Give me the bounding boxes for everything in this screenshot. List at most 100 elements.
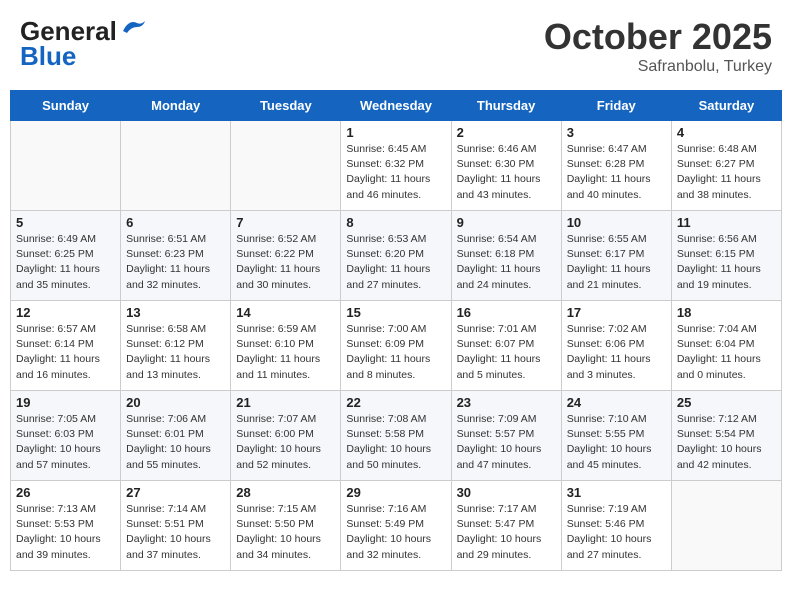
day-number: 21 bbox=[236, 395, 335, 410]
day-info: Sunrise: 6:51 AMSunset: 6:23 PMDaylight:… bbox=[126, 232, 225, 293]
day-info: Sunrise: 7:10 AMSunset: 5:55 PMDaylight:… bbox=[567, 412, 666, 473]
day-number: 3 bbox=[567, 125, 666, 140]
day-number: 9 bbox=[457, 215, 556, 230]
day-info: Sunrise: 7:00 AMSunset: 6:09 PMDaylight:… bbox=[346, 322, 445, 383]
calendar-cell bbox=[11, 121, 121, 211]
day-number: 28 bbox=[236, 485, 335, 500]
day-number: 16 bbox=[457, 305, 556, 320]
calendar-cell: 8 Sunrise: 6:53 AMSunset: 6:20 PMDaylight… bbox=[341, 211, 451, 301]
calendar-cell: 4 Sunrise: 6:48 AMSunset: 6:27 PMDaylight… bbox=[671, 121, 781, 211]
calendar-cell: 10Sunrise: 6:55 AMSunset: 6:17 PMDayligh… bbox=[561, 211, 671, 301]
day-info: Sunrise: 6:48 AMSunset: 6:27 PMDaylight:… bbox=[677, 142, 776, 203]
column-header-sunday: Sunday bbox=[11, 91, 121, 121]
calendar-cell: 15 Sunrise: 7:00 AMSunset: 6:09 PMDayligh… bbox=[341, 301, 451, 391]
day-number: 2 bbox=[457, 125, 556, 140]
logo: General Blue bbox=[20, 16, 147, 72]
column-header-tuesday: Tuesday bbox=[231, 91, 341, 121]
calendar-table: SundayMondayTuesdayWednesdayThursdayFrid… bbox=[10, 90, 782, 571]
calendar-cell: 30 Sunrise: 7:17 AMSunset: 5:47 PMDayligh… bbox=[451, 481, 561, 571]
day-info: Sunrise: 6:53 AMSunset: 6:20 PMDaylight:… bbox=[346, 232, 445, 293]
month-title: October 2025 bbox=[544, 16, 772, 58]
calendar-cell: 2 Sunrise: 6:46 AMSunset: 6:30 PMDaylight… bbox=[451, 121, 561, 211]
calendar-cell: 20 Sunrise: 7:06 AMSunset: 6:01 PMDayligh… bbox=[121, 391, 231, 481]
day-number: 7 bbox=[236, 215, 335, 230]
day-number: 26 bbox=[16, 485, 115, 500]
calendar-cell: 21 Sunrise: 7:07 AMSunset: 6:00 PMDayligh… bbox=[231, 391, 341, 481]
day-number: 18 bbox=[677, 305, 776, 320]
calendar-cell: 1Sunrise: 6:45 AMSunset: 6:32 PMDaylight… bbox=[341, 121, 451, 211]
calendar-cell: 23Sunrise: 7:09 AMSunset: 5:57 PMDayligh… bbox=[451, 391, 561, 481]
calendar-cell: 19 Sunrise: 7:05 AMSunset: 6:03 PMDayligh… bbox=[11, 391, 121, 481]
page-header: General Blue October 2025 Safranbolu, Tu… bbox=[10, 10, 782, 82]
day-number: 4 bbox=[677, 125, 776, 140]
day-info: Sunrise: 6:47 AMSunset: 6:28 PMDaylight:… bbox=[567, 142, 666, 203]
column-header-monday: Monday bbox=[121, 91, 231, 121]
day-number: 12 bbox=[16, 305, 115, 320]
day-info: Sunrise: 7:02 AMSunset: 6:06 PMDaylight:… bbox=[567, 322, 666, 383]
day-info: Sunrise: 6:56 AMSunset: 6:15 PMDaylight:… bbox=[677, 232, 776, 293]
day-info: Sunrise: 6:57 AMSunset: 6:14 PMDaylight:… bbox=[16, 322, 115, 383]
calendar-cell: 6 Sunrise: 6:51 AMSunset: 6:23 PMDaylight… bbox=[121, 211, 231, 301]
calendar-cell bbox=[231, 121, 341, 211]
day-number: 17 bbox=[567, 305, 666, 320]
day-info: Sunrise: 7:14 AMSunset: 5:51 PMDaylight:… bbox=[126, 502, 225, 563]
location-subtitle: Safranbolu, Turkey bbox=[544, 58, 772, 76]
day-number: 24 bbox=[567, 395, 666, 410]
calendar-cell: 27 Sunrise: 7:14 AMSunset: 5:51 PMDayligh… bbox=[121, 481, 231, 571]
day-number: 11 bbox=[677, 215, 776, 230]
calendar-cell: 5 Sunrise: 6:49 AMSunset: 6:25 PMDaylight… bbox=[11, 211, 121, 301]
column-header-thursday: Thursday bbox=[451, 91, 561, 121]
column-header-wednesday: Wednesday bbox=[341, 91, 451, 121]
calendar-cell bbox=[121, 121, 231, 211]
day-info: Sunrise: 7:12 AMSunset: 5:54 PMDaylight:… bbox=[677, 412, 776, 473]
day-info: Sunrise: 7:05 AMSunset: 6:03 PMDaylight:… bbox=[16, 412, 115, 473]
calendar-cell: 16 Sunrise: 7:01 AMSunset: 6:07 PMDayligh… bbox=[451, 301, 561, 391]
day-info: Sunrise: 6:59 AMSunset: 6:10 PMDaylight:… bbox=[236, 322, 335, 383]
day-number: 14 bbox=[236, 305, 335, 320]
day-number: 6 bbox=[126, 215, 225, 230]
calendar-cell: 24 Sunrise: 7:10 AMSunset: 5:55 PMDayligh… bbox=[561, 391, 671, 481]
day-number: 15 bbox=[346, 305, 445, 320]
day-number: 30 bbox=[457, 485, 556, 500]
day-number: 25 bbox=[677, 395, 776, 410]
calendar-cell: 3 Sunrise: 6:47 AMSunset: 6:28 PMDaylight… bbox=[561, 121, 671, 211]
day-info: Sunrise: 7:17 AMSunset: 5:47 PMDaylight:… bbox=[457, 502, 556, 563]
day-number: 20 bbox=[126, 395, 225, 410]
day-info: Sunrise: 7:01 AMSunset: 6:07 PMDaylight:… bbox=[457, 322, 556, 383]
calendar-cell: 29 Sunrise: 7:16 AMSunset: 5:49 PMDayligh… bbox=[341, 481, 451, 571]
day-info: Sunrise: 7:04 AMSunset: 6:04 PMDaylight:… bbox=[677, 322, 776, 383]
day-number: 5 bbox=[16, 215, 115, 230]
day-info: Sunrise: 6:54 AMSunset: 6:18 PMDaylight:… bbox=[457, 232, 556, 293]
day-number: 31 bbox=[567, 485, 666, 500]
day-info: Sunrise: 7:09 AMSunset: 5:57 PMDaylight:… bbox=[457, 412, 556, 473]
day-info: Sunrise: 6:52 AMSunset: 6:22 PMDaylight:… bbox=[236, 232, 335, 293]
day-number: 29 bbox=[346, 485, 445, 500]
day-info: Sunrise: 7:16 AMSunset: 5:49 PMDaylight:… bbox=[346, 502, 445, 563]
column-header-friday: Friday bbox=[561, 91, 671, 121]
day-number: 27 bbox=[126, 485, 225, 500]
day-info: Sunrise: 7:15 AMSunset: 5:50 PMDaylight:… bbox=[236, 502, 335, 563]
day-info: Sunrise: 7:06 AMSunset: 6:01 PMDaylight:… bbox=[126, 412, 225, 473]
column-header-saturday: Saturday bbox=[671, 91, 781, 121]
title-block: October 2025 Safranbolu, Turkey bbox=[544, 16, 772, 76]
day-info: Sunrise: 7:07 AMSunset: 6:00 PMDaylight:… bbox=[236, 412, 335, 473]
calendar-cell: 13Sunrise: 6:58 AMSunset: 6:12 PMDayligh… bbox=[121, 301, 231, 391]
day-info: Sunrise: 7:08 AMSunset: 5:58 PMDaylight:… bbox=[346, 412, 445, 473]
logo-bird-icon bbox=[119, 17, 147, 39]
calendar-cell: 14 Sunrise: 6:59 AMSunset: 6:10 PMDayligh… bbox=[231, 301, 341, 391]
day-info: Sunrise: 6:49 AMSunset: 6:25 PMDaylight:… bbox=[16, 232, 115, 293]
day-info: Sunrise: 6:58 AMSunset: 6:12 PMDaylight:… bbox=[126, 322, 225, 383]
day-number: 22 bbox=[346, 395, 445, 410]
day-info: Sunrise: 6:46 AMSunset: 6:30 PMDaylight:… bbox=[457, 142, 556, 203]
day-info: Sunrise: 6:55 AMSunset: 6:17 PMDaylight:… bbox=[567, 232, 666, 293]
calendar-cell: 17 Sunrise: 7:02 AMSunset: 6:06 PMDayligh… bbox=[561, 301, 671, 391]
day-number: 8 bbox=[346, 215, 445, 230]
calendar-cell: 18 Sunrise: 7:04 AMSunset: 6:04 PMDayligh… bbox=[671, 301, 781, 391]
calendar-cell bbox=[671, 481, 781, 571]
calendar-cell: 22 Sunrise: 7:08 AMSunset: 5:58 PMDayligh… bbox=[341, 391, 451, 481]
calendar-cell: 12 Sunrise: 6:57 AMSunset: 6:14 PMDayligh… bbox=[11, 301, 121, 391]
day-number: 19 bbox=[16, 395, 115, 410]
day-number: 1 bbox=[346, 125, 445, 140]
calendar-cell: 28 Sunrise: 7:15 AMSunset: 5:50 PMDayligh… bbox=[231, 481, 341, 571]
day-info: Sunrise: 7:19 AMSunset: 5:46 PMDaylight:… bbox=[567, 502, 666, 563]
